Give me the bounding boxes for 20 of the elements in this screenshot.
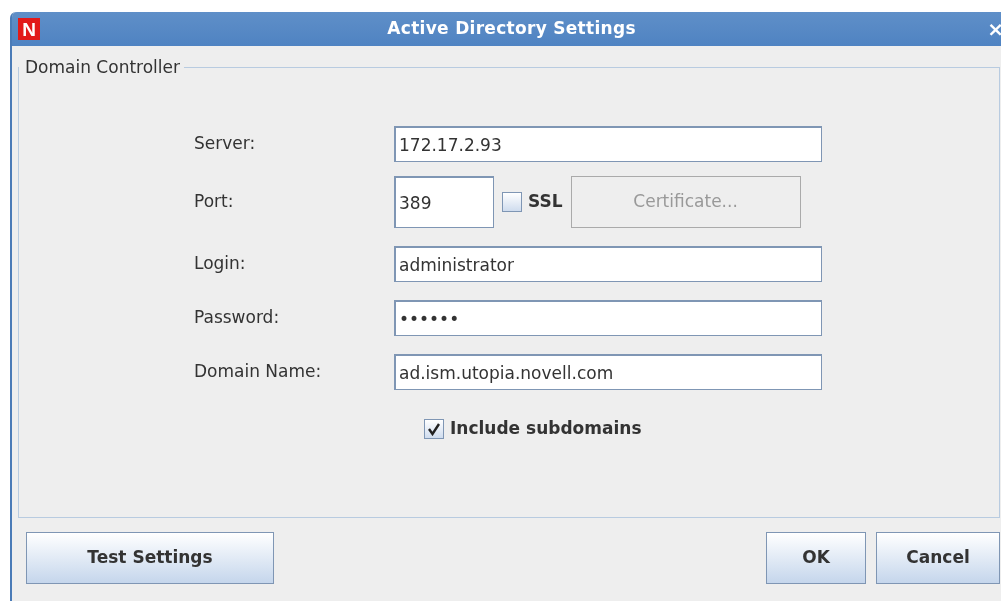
checkbox[interactable]: [424, 418, 444, 439]
checkbox-label: SSL: [528, 190, 563, 214]
dialog-button[interactable]: Cancel: [876, 532, 1000, 584]
field-label: Password:: [194, 306, 281, 330]
text-field[interactable]: administrator: [394, 246, 822, 282]
dialog-button[interactable]: OK: [766, 532, 866, 584]
window-title: Active Directory Settings: [386, 17, 637, 41]
field-label: Login:: [194, 252, 247, 276]
checkbox[interactable]: [502, 192, 522, 212]
field-label: Port:: [194, 190, 235, 214]
field-label: Domain Name:: [194, 360, 323, 384]
close-button[interactable]: ×: [983, 19, 1001, 39]
checkbox-label: Include subdomains: [450, 417, 642, 440]
text-field[interactable]: ••••••: [394, 300, 822, 336]
port-field[interactable]: 389: [394, 176, 494, 228]
app-logo: N: [18, 18, 40, 40]
text-field[interactable]: ad.ism.utopia.novell.com: [394, 354, 822, 390]
field-label: Server:: [194, 132, 257, 156]
text-field[interactable]: 172.17.2.93: [394, 126, 822, 162]
dialog-button[interactable]: Test Settings: [26, 532, 274, 584]
